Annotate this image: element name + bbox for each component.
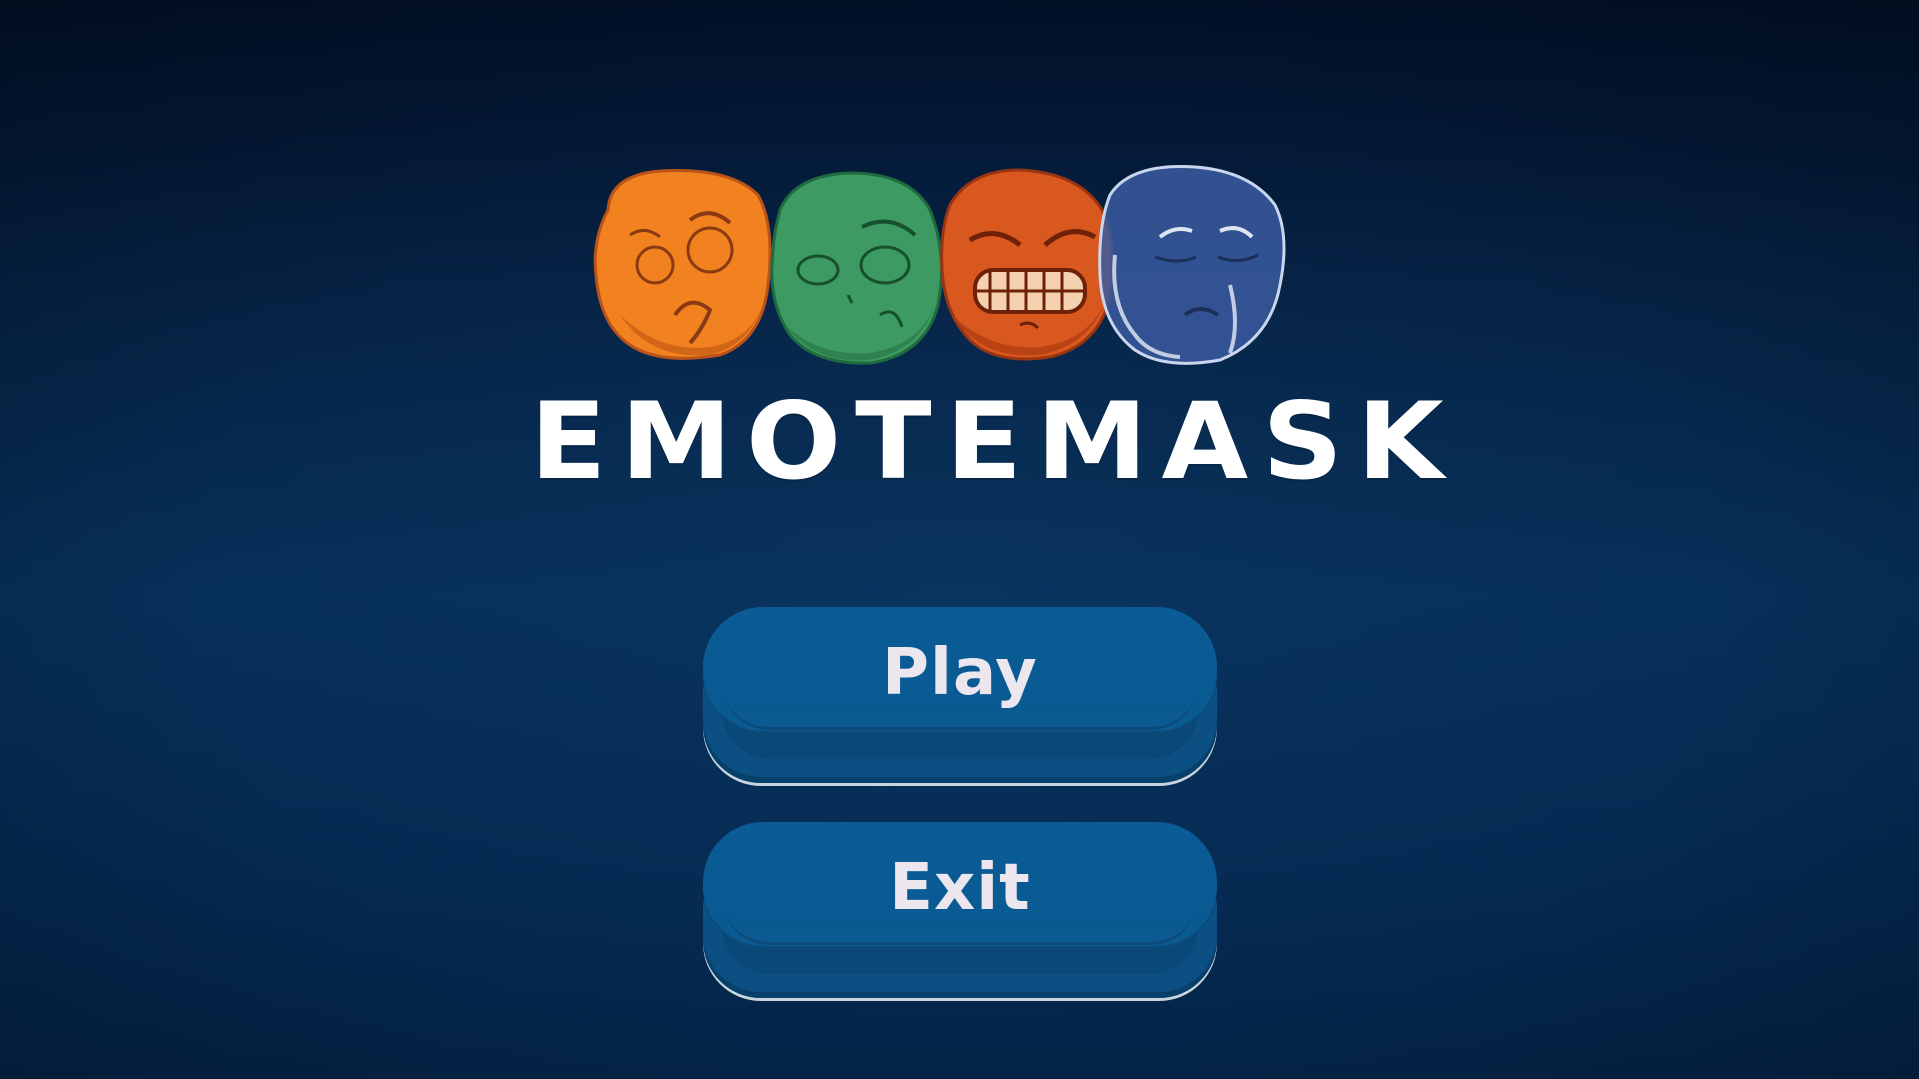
emotion-masks-illustration [593,165,1286,365]
game-title: EMOTEMASK [530,380,1458,504]
exit-button[interactable]: Exit [703,822,1217,1000]
exit-button-label[interactable]: Exit [703,822,1217,946]
green-disgusted-mask [770,171,944,365]
play-button-label[interactable]: Play [703,607,1217,731]
blue-sad-mask [1098,165,1286,365]
red-angry-mask [940,168,1115,361]
play-button[interactable]: Play [703,607,1217,785]
game-logo: EMOTEMASK [0,0,1919,520]
orange-anxious-mask [593,169,772,360]
